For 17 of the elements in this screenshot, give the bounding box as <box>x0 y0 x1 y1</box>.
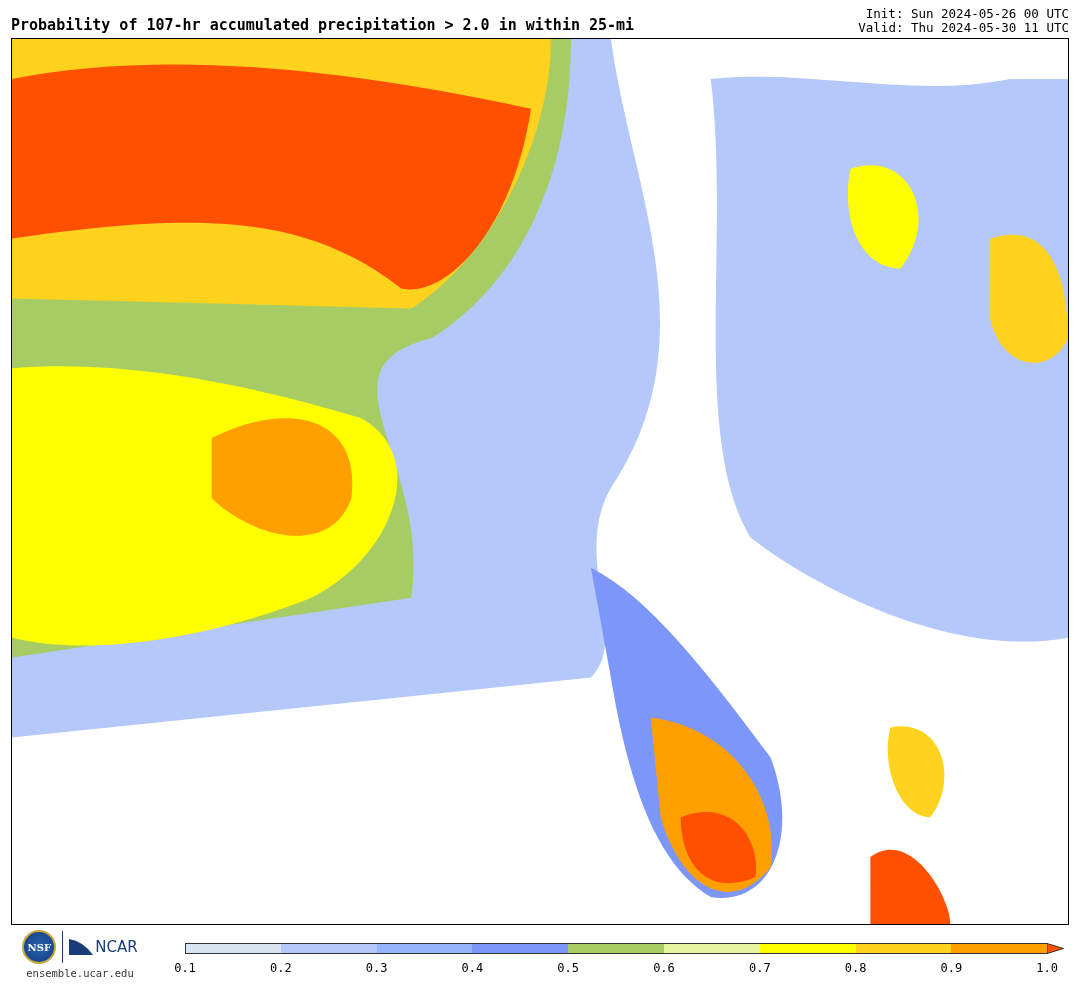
tick-label: 0.9 <box>939 961 964 975</box>
wave-icon <box>69 939 94 955</box>
chart-title: Probability of 107-hr accumulated precipitation > 2.0 in within 25-mi <box>11 16 635 36</box>
tick-label: 0.3 <box>364 961 389 975</box>
tick-label: 0.2 <box>268 961 293 975</box>
tick-label: 0.7 <box>747 961 772 975</box>
tick-label: 1.0 <box>1035 961 1059 975</box>
init-time: Init: Sun 2024-05-26 00 UTC <box>865 7 1069 21</box>
tick-label: 0.5 <box>556 961 581 975</box>
tick-label: 0.6 <box>652 961 676 975</box>
ncar-logo: NCAR <box>95 938 138 956</box>
tick-label: 0.1 <box>173 961 197 975</box>
nsf-logo: NSF <box>22 930 57 964</box>
valid-time: Valid: Thu 2024-05-30 11 UTC <box>858 21 1069 35</box>
site-url: ensemble.ucar.edu <box>26 967 134 979</box>
tick-label: 0.8 <box>843 961 868 975</box>
tick-label: 0.4 <box>460 961 485 975</box>
